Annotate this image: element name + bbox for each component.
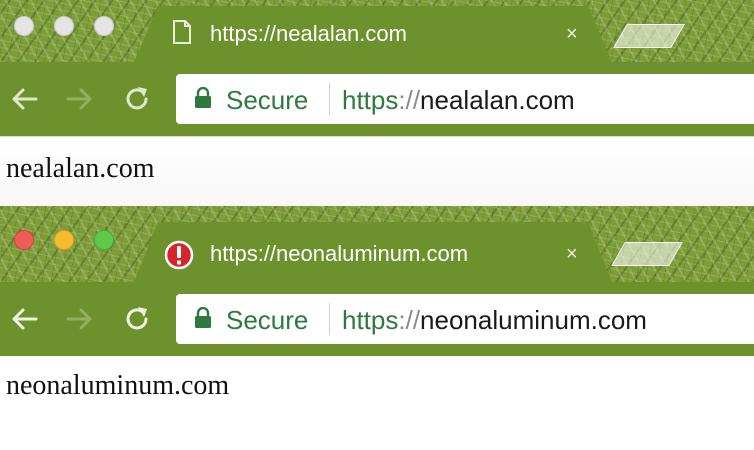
tab-title: https://nealalan.com — [210, 21, 407, 46]
forward-arrow-icon[interactable] — [64, 304, 94, 334]
address-divider — [329, 83, 330, 115]
new-tab-button[interactable] — [613, 24, 685, 48]
url-separator: :// — [398, 85, 421, 115]
lock-icon[interactable] — [194, 306, 212, 334]
address-bar[interactable]: Secure https://neonaluminum.com — [176, 294, 754, 344]
back-arrow-icon[interactable] — [10, 304, 40, 334]
page-content: neonaluminum.com — [0, 356, 754, 450]
close-tab-icon[interactable]: × — [566, 24, 578, 44]
security-label[interactable]: Secure — [226, 305, 308, 336]
toolbar: Secure https://neonaluminum.com — [0, 282, 754, 356]
close-window-button[interactable] — [14, 16, 34, 36]
title-bar: https://nealalan.com × — [0, 0, 754, 62]
url-text[interactable]: https://neonaluminum.com — [342, 305, 647, 336]
browser-window-2: https://neonaluminum.com × Secure https:… — [0, 206, 754, 450]
lock-icon[interactable] — [194, 86, 212, 114]
page-body-text: neonaluminum.com — [6, 370, 230, 401]
url-scheme: https — [342, 305, 399, 335]
page-icon — [172, 20, 192, 49]
close-window-button[interactable] — [14, 230, 34, 250]
url-host: nealalan.com — [420, 85, 575, 115]
minimize-window-button[interactable] — [54, 230, 74, 250]
browser-tab[interactable]: https://nealalan.com × — [134, 6, 612, 62]
title-bar: https://neonaluminum.com × — [0, 206, 754, 282]
toolbar: Secure https://nealalan.com — [0, 62, 754, 136]
address-divider — [329, 303, 330, 335]
error-icon — [164, 240, 194, 275]
reload-icon[interactable] — [122, 304, 152, 334]
new-tab-button[interactable] — [611, 242, 683, 266]
security-label[interactable]: Secure — [226, 85, 308, 116]
tab-title: https://neonaluminum.com — [210, 241, 469, 266]
url-scheme: https — [342, 85, 399, 115]
close-tab-icon[interactable]: × — [566, 244, 578, 264]
minimize-window-button[interactable] — [54, 16, 74, 36]
browser-tab[interactable]: https://neonaluminum.com × — [134, 222, 612, 282]
address-bar[interactable]: Secure https://nealalan.com — [176, 74, 754, 124]
forward-arrow-icon[interactable] — [64, 84, 94, 114]
url-text[interactable]: https://nealalan.com — [342, 85, 575, 116]
zoom-window-button[interactable] — [94, 230, 114, 250]
page-body-text: nealalan.com — [6, 153, 155, 184]
reload-icon[interactable] — [122, 84, 152, 114]
back-arrow-icon[interactable] — [10, 84, 40, 114]
url-host: neonaluminum.com — [420, 305, 647, 335]
page-content: nealalan.com — [0, 136, 754, 206]
zoom-window-button[interactable] — [94, 16, 114, 36]
url-separator: :// — [398, 305, 421, 335]
browser-window-1: https://nealalan.com × Secure https://ne… — [0, 0, 754, 206]
